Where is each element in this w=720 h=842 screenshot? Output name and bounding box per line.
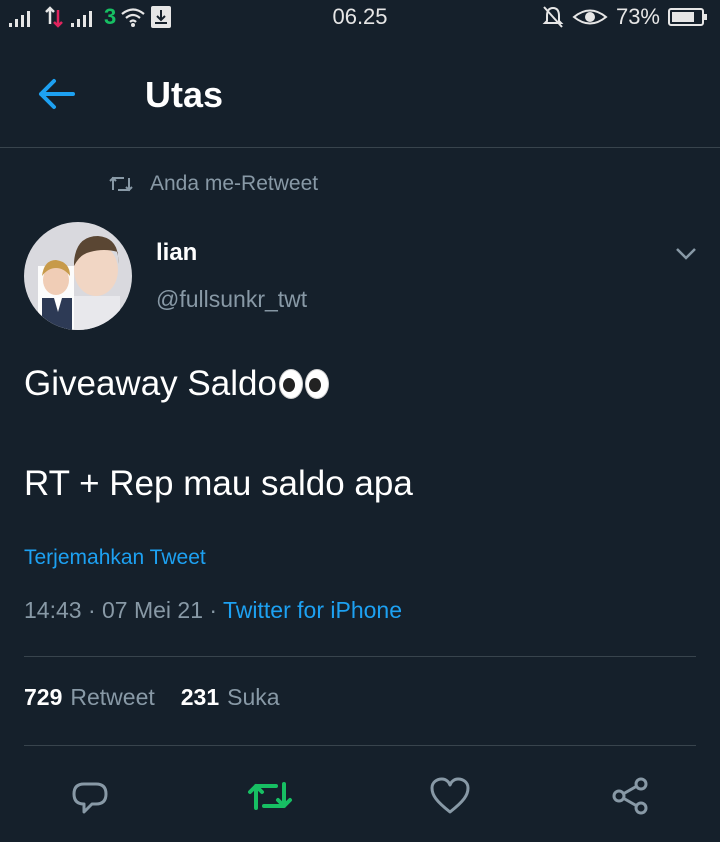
share-button[interactable]: [606, 772, 654, 820]
tweet-source-link[interactable]: Twitter for iPhone: [223, 597, 402, 623]
like-stat-label: Suka: [227, 684, 280, 710]
tweet-options-button[interactable]: [668, 236, 704, 272]
status-right-icons: 73%: [542, 4, 708, 30]
battery-icon: [668, 8, 707, 26]
avatar-image: [24, 222, 132, 330]
thread-header: Utas: [0, 40, 720, 148]
author-handle[interactable]: @fullsunkr_twt: [156, 286, 307, 313]
translate-tweet-link[interactable]: Terjemahkan Tweet: [24, 546, 206, 570]
retweet-stat-label: Retweet: [70, 684, 155, 710]
status-bar: 3 06.25 73%: [0, 0, 720, 36]
tweet-meta: 14:43 · 07 Mei 21 · Twitter for iPhone: [24, 597, 402, 624]
author-name[interactable]: lian: [156, 239, 197, 267]
share-icon: [612, 777, 648, 815]
eye-icon: [572, 9, 608, 25]
like-stat[interactable]: 231 Suka: [181, 684, 280, 711]
heart-icon: [430, 777, 470, 814]
eye-left-icon: [278, 369, 303, 399]
eye-right-icon: [304, 369, 329, 399]
tweet-text-content-1: Giveaway Saldo: [24, 364, 277, 403]
like-count: 231: [180, 684, 220, 710]
battery-percent: 73%: [615, 4, 660, 29]
divider: [24, 745, 696, 746]
divider: [24, 656, 696, 657]
tweet-stats: 729 Retweet 231 Suka: [24, 684, 280, 711]
reply-icon: [72, 782, 108, 814]
avatar[interactable]: [24, 222, 132, 330]
page-title: Utas: [145, 74, 224, 115]
like-button[interactable]: [426, 772, 474, 820]
tweet-timestamp: 14:43 · 07 Mei 21 ·: [24, 597, 224, 623]
retweet-icon: [109, 176, 133, 192]
bell-muted-icon: [542, 6, 564, 28]
eyes-emoji-icon: [278, 369, 329, 399]
back-button[interactable]: [30, 72, 82, 116]
tweet-text-line-2: RT + Rep mau saldo apa: [24, 464, 413, 503]
arrow-left-icon: [39, 79, 75, 109]
retweet-button[interactable]: [246, 772, 294, 820]
retweet-stat[interactable]: 729 Retweet: [24, 684, 155, 711]
reply-button[interactable]: [66, 772, 114, 820]
action-bar: [0, 762, 720, 826]
retweet-count: 729: [24, 684, 63, 710]
tweet-text-line-1: Giveaway Saldo: [24, 364, 329, 404]
chevron-down-icon: [676, 248, 696, 260]
retweet-icon: [248, 782, 292, 810]
retweet-context: Anda me-Retweet: [108, 172, 318, 196]
retweet-context-label: Anda me-Retweet: [150, 172, 319, 195]
